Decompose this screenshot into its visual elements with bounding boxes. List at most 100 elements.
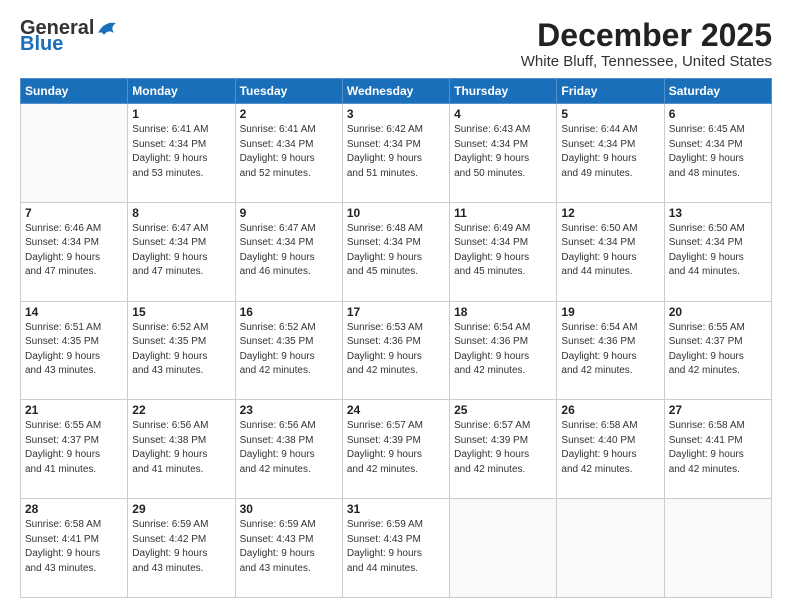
col-thursday: Thursday [450, 79, 557, 104]
table-row: 31Sunrise: 6:59 AMSunset: 4:43 PMDayligh… [342, 499, 449, 598]
day-info: Sunrise: 6:46 AMSunset: 4:34 PMDaylight:… [25, 222, 123, 280]
day-number: 30 [240, 502, 338, 516]
day-info: Sunrise: 6:51 AMSunset: 4:35 PMDaylight:… [25, 321, 123, 379]
day-number: 26 [561, 403, 659, 417]
table-row: 3 Sunrise: 6:42 AMSunset: 4:34 PMDaylight… [342, 104, 449, 203]
day-info: Sunrise: 6:58 AMSunset: 4:41 PMDaylight:… [25, 518, 123, 576]
day-info: Sunrise: 6:50 AMSunset: 4:34 PMDaylight:… [561, 222, 659, 280]
day-number: 7 [25, 206, 123, 220]
day-number: 17 [347, 305, 445, 319]
calendar-header-row: Sunday Monday Tuesday Wednesday Thursday… [21, 79, 772, 104]
day-number: 20 [669, 305, 767, 319]
day-number: 4 [454, 107, 552, 121]
day-info: Sunrise: 6:47 AMSunset: 4:34 PMDaylight:… [240, 222, 338, 280]
table-row: 12 Sunrise: 6:50 AMSunset: 4:34 PMDayligh… [557, 202, 664, 301]
day-info: Sunrise: 6:50 AMSunset: 4:34 PMDaylight:… [669, 222, 767, 280]
day-info: Sunrise: 6:57 AMSunset: 4:39 PMDaylight:… [347, 419, 445, 477]
day-info: Sunrise: 6:41 AMSunset: 4:34 PMDaylight:… [240, 123, 338, 181]
calendar-week-row: 21 Sunrise: 6:55 AMSunset: 4:37 PMDayligh… [21, 400, 772, 499]
day-number: 18 [454, 305, 552, 319]
day-number: 27 [669, 403, 767, 417]
page: General Blue December 2025 White Bluff, … [0, 0, 792, 612]
logo: General Blue [20, 18, 118, 54]
day-number: 9 [240, 206, 338, 220]
table-row: 4 Sunrise: 6:43 AMSunset: 4:34 PMDaylight… [450, 104, 557, 203]
month-title: December 2025 [521, 18, 772, 53]
table-row: 27 Sunrise: 6:58 AMSunset: 4:41 PMDayligh… [664, 400, 771, 499]
day-info: Sunrise: 6:59 AMSunset: 4:43 PMDaylight:… [240, 518, 338, 576]
day-info: Sunrise: 6:56 AMSunset: 4:38 PMDaylight:… [240, 419, 338, 477]
day-info: Sunrise: 6:59 AMSunset: 4:43 PMDaylight:… [347, 518, 445, 576]
day-number: 6 [669, 107, 767, 121]
day-info: Sunrise: 6:54 AMSunset: 4:36 PMDaylight:… [561, 321, 659, 379]
day-number: 23 [240, 403, 338, 417]
table-row: 23 Sunrise: 6:56 AMSunset: 4:38 PMDayligh… [235, 400, 342, 499]
table-row: 1 Sunrise: 6:41 AMSunset: 4:34 PMDaylight… [128, 104, 235, 203]
table-row: 5 Sunrise: 6:44 AMSunset: 4:34 PMDaylight… [557, 104, 664, 203]
col-friday: Friday [557, 79, 664, 104]
day-info: Sunrise: 6:48 AMSunset: 4:34 PMDaylight:… [347, 222, 445, 280]
table-row: 8Sunrise: 6:47 AMSunset: 4:34 PMDaylight… [128, 202, 235, 301]
day-number: 3 [347, 107, 445, 121]
table-row: 7 Sunrise: 6:46 AMSunset: 4:34 PMDaylight… [21, 202, 128, 301]
day-info: Sunrise: 6:57 AMSunset: 4:39 PMDaylight:… [454, 419, 552, 477]
day-number: 25 [454, 403, 552, 417]
title-block: December 2025 White Bluff, Tennessee, Un… [521, 18, 772, 70]
day-info: Sunrise: 6:42 AMSunset: 4:34 PMDaylight:… [347, 123, 445, 181]
table-row: 20Sunrise: 6:55 AMSunset: 4:37 PMDayligh… [664, 301, 771, 400]
day-number: 10 [347, 206, 445, 220]
table-row: 10 Sunrise: 6:48 AMSunset: 4:34 PMDayligh… [342, 202, 449, 301]
day-info: Sunrise: 6:53 AMSunset: 4:36 PMDaylight:… [347, 321, 445, 379]
table-row: 28 Sunrise: 6:58 AMSunset: 4:41 PMDayligh… [21, 499, 128, 598]
table-row: 22 Sunrise: 6:56 AMSunset: 4:38 PMDayligh… [128, 400, 235, 499]
day-info: Sunrise: 6:58 AMSunset: 4:41 PMDaylight:… [669, 419, 767, 477]
location-title: White Bluff, Tennessee, United States [521, 53, 772, 70]
table-row [557, 499, 664, 598]
calendar-week-row: 1 Sunrise: 6:41 AMSunset: 4:34 PMDaylight… [21, 104, 772, 203]
day-info: Sunrise: 6:44 AMSunset: 4:34 PMDaylight:… [561, 123, 659, 181]
table-row: 25 Sunrise: 6:57 AMSunset: 4:39 PMDayligh… [450, 400, 557, 499]
table-row: 30 Sunrise: 6:59 AMSunset: 4:43 PMDayligh… [235, 499, 342, 598]
col-monday: Monday [128, 79, 235, 104]
day-info: Sunrise: 6:55 AMSunset: 4:37 PMDaylight:… [25, 419, 123, 477]
table-row: 16Sunrise: 6:52 AMSunset: 4:35 PMDayligh… [235, 301, 342, 400]
day-info: Sunrise: 6:56 AMSunset: 4:38 PMDaylight:… [132, 419, 230, 477]
table-row: 2 Sunrise: 6:41 AMSunset: 4:34 PMDaylight… [235, 104, 342, 203]
day-number: 11 [454, 206, 552, 220]
table-row [21, 104, 128, 203]
logo-blue: Blue [20, 34, 118, 54]
table-row: 14 Sunrise: 6:51 AMSunset: 4:35 PMDayligh… [21, 301, 128, 400]
col-sunday: Sunday [21, 79, 128, 104]
day-number: 5 [561, 107, 659, 121]
table-row: 15Sunrise: 6:52 AMSunset: 4:35 PMDayligh… [128, 301, 235, 400]
day-info: Sunrise: 6:41 AMSunset: 4:34 PMDaylight:… [132, 123, 230, 181]
table-row: 18 Sunrise: 6:54 AMSunset: 4:36 PMDayligh… [450, 301, 557, 400]
calendar-week-row: 28 Sunrise: 6:58 AMSunset: 4:41 PMDayligh… [21, 499, 772, 598]
day-info: Sunrise: 6:43 AMSunset: 4:34 PMDaylight:… [454, 123, 552, 181]
day-number: 14 [25, 305, 123, 319]
day-number: 24 [347, 403, 445, 417]
day-number: 15 [132, 305, 230, 319]
day-info: Sunrise: 6:45 AMSunset: 4:34 PMDaylight:… [669, 123, 767, 181]
table-row: 19Sunrise: 6:54 AMSunset: 4:36 PMDayligh… [557, 301, 664, 400]
table-row: 11 Sunrise: 6:49 AMSunset: 4:34 PMDayligh… [450, 202, 557, 301]
day-number: 28 [25, 502, 123, 516]
col-wednesday: Wednesday [342, 79, 449, 104]
table-row: 6 Sunrise: 6:45 AMSunset: 4:34 PMDaylight… [664, 104, 771, 203]
calendar-table: Sunday Monday Tuesday Wednesday Thursday… [20, 78, 772, 598]
day-number: 2 [240, 107, 338, 121]
day-number: 8 [132, 206, 230, 220]
calendar-week-row: 7 Sunrise: 6:46 AMSunset: 4:34 PMDaylight… [21, 202, 772, 301]
table-row [664, 499, 771, 598]
day-number: 16 [240, 305, 338, 319]
day-number: 21 [25, 403, 123, 417]
day-info: Sunrise: 6:54 AMSunset: 4:36 PMDaylight:… [454, 321, 552, 379]
day-number: 22 [132, 403, 230, 417]
day-info: Sunrise: 6:49 AMSunset: 4:34 PMDaylight:… [454, 222, 552, 280]
day-info: Sunrise: 6:59 AMSunset: 4:42 PMDaylight:… [132, 518, 230, 576]
day-number: 12 [561, 206, 659, 220]
day-info: Sunrise: 6:58 AMSunset: 4:40 PMDaylight:… [561, 419, 659, 477]
table-row: 21 Sunrise: 6:55 AMSunset: 4:37 PMDayligh… [21, 400, 128, 499]
table-row: 24 Sunrise: 6:57 AMSunset: 4:39 PMDayligh… [342, 400, 449, 499]
day-number: 1 [132, 107, 230, 121]
